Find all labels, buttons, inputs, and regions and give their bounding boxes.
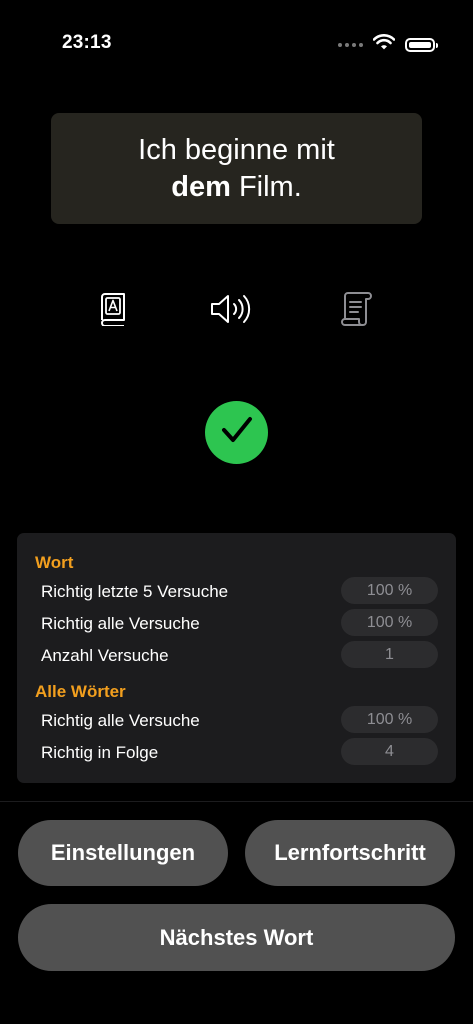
divider bbox=[0, 801, 473, 802]
word-section-title: Wort bbox=[35, 553, 74, 572]
stat-label: Richtig alle Versuche bbox=[41, 614, 200, 633]
dictionary-icon bbox=[99, 292, 127, 331]
statistics-panel: Wort Richtig letzte 5 Versuche 100 % Ric… bbox=[17, 533, 456, 783]
stat-label: Richtig in Folge bbox=[41, 743, 159, 762]
stat-value: 100 % bbox=[341, 609, 438, 636]
checkmark-icon bbox=[220, 415, 254, 450]
scroll-icon bbox=[339, 291, 373, 332]
sentence-article: dem bbox=[171, 170, 231, 203]
status-time: 23:13 bbox=[62, 32, 112, 53]
speaker-icon bbox=[210, 293, 254, 330]
play-audio-button[interactable] bbox=[210, 290, 254, 332]
settings-button[interactable]: Einstellungen bbox=[18, 820, 228, 886]
stat-value: 100 % bbox=[341, 706, 438, 733]
answer-correct-badge bbox=[205, 401, 268, 464]
all-words-section-title: Alle Wörter bbox=[35, 682, 126, 701]
cellular-signal-icon bbox=[338, 42, 363, 47]
sentence-noun: Film. bbox=[238, 170, 302, 203]
stat-value: 4 bbox=[341, 738, 438, 765]
stat-value: 100 % bbox=[341, 577, 438, 604]
wifi-icon bbox=[372, 34, 396, 55]
stat-label: Richtig alle Versuche bbox=[41, 711, 200, 730]
battery-icon bbox=[405, 37, 438, 52]
status-bar: 23:13 bbox=[0, 0, 473, 80]
sentence-line-1: Ich beginne mit bbox=[138, 133, 335, 166]
dictionary-button[interactable] bbox=[93, 290, 133, 332]
learning-progress-button[interactable]: Lernfortschritt bbox=[245, 820, 455, 886]
stat-label: Richtig letzte 5 Versuche bbox=[41, 582, 229, 601]
next-word-button[interactable]: Nächstes Wort bbox=[18, 904, 455, 971]
examples-button[interactable] bbox=[336, 290, 376, 332]
stat-value: 1 bbox=[341, 641, 438, 668]
sentence-card: Ich beginne mit dem Film. bbox=[51, 113, 422, 224]
status-icons bbox=[338, 34, 438, 55]
stat-label: Anzahl Versuche bbox=[41, 646, 169, 665]
sentence-line-2: dem Film. bbox=[171, 169, 302, 206]
